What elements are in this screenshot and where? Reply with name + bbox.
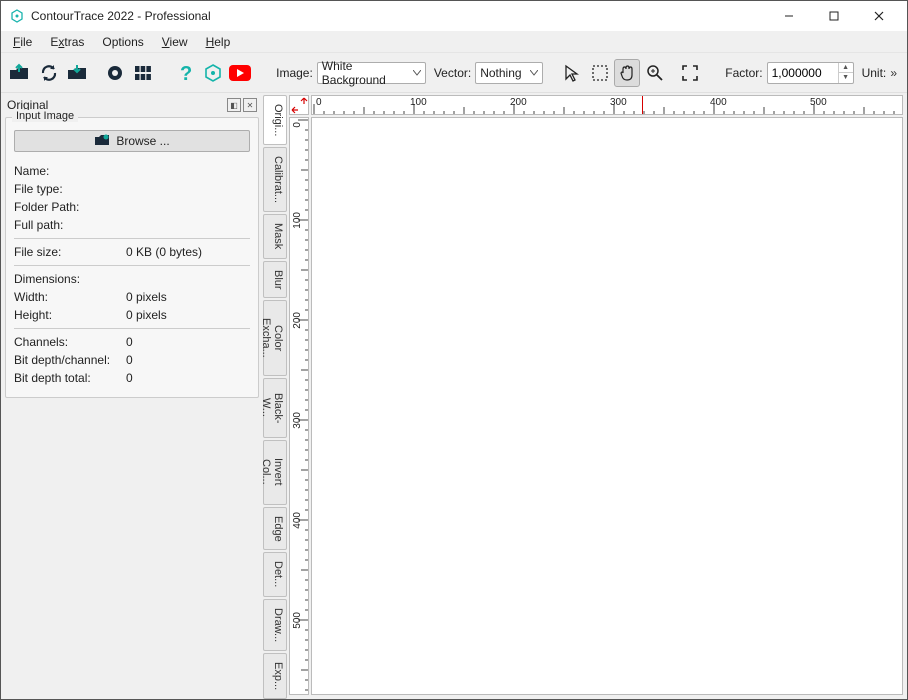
window-controls	[766, 2, 901, 30]
tab-calibrate[interactable]: Calibrat...	[263, 147, 287, 212]
ruler-origin	[289, 95, 309, 115]
fit-screen-button[interactable]	[677, 59, 703, 87]
save-folder-button[interactable]	[64, 59, 93, 87]
side-tabs: Origi... Calibrat... Mask Blur Color Exc…	[263, 93, 287, 699]
channels-val: 0	[126, 335, 133, 349]
image-select[interactable]: White Background	[317, 62, 426, 84]
app-window: ContourTrace 2022 - Professional File Ex…	[0, 0, 908, 700]
menu-extras[interactable]: Extras	[42, 33, 92, 51]
grid-button[interactable]	[130, 59, 156, 87]
panel-detach-icon[interactable]: ◧	[227, 98, 241, 112]
vector-label: Vector:	[428, 66, 473, 80]
folderpath-key: Folder Path:	[14, 200, 126, 214]
aperture-button[interactable]	[102, 59, 128, 87]
vtick-100: 100	[292, 212, 303, 229]
menu-help[interactable]: Help	[198, 33, 239, 51]
group-label: Input Image	[12, 110, 78, 122]
left-panel: Original ◧ ✕ Input Image Browse ... Name…	[1, 93, 263, 699]
window-title: ContourTrace 2022 - Professional	[31, 9, 766, 23]
tab-edge[interactable]: Edge	[263, 507, 287, 551]
vector-select[interactable]: Nothing	[475, 62, 542, 84]
width-key: Width:	[14, 290, 126, 304]
tab-draw[interactable]: Draw...	[263, 599, 287, 651]
tab-detect[interactable]: Det...	[263, 552, 287, 596]
chevron-down-icon	[413, 70, 421, 76]
tab-color-exchange[interactable]: Color Excha...	[263, 300, 287, 376]
svg-text:?: ?	[180, 63, 192, 84]
bpt-val: 0	[126, 371, 133, 385]
bpc-key: Bit depth/channel:	[14, 353, 126, 367]
ruler-vertical: 0 100 200 300 400 500 600	[289, 117, 309, 695]
panel-close-icon[interactable]: ✕	[243, 98, 257, 112]
menu-file[interactable]: File	[5, 33, 40, 51]
viewport: 0 100 200 300 400 500 600 0 100 200 300 …	[287, 93, 907, 699]
tab-mask[interactable]: Mask	[263, 214, 287, 258]
image-label: Image:	[270, 66, 315, 80]
vector-select-value: Nothing	[480, 66, 521, 80]
filesize-val: 0 KB (0 bytes)	[126, 245, 202, 259]
factor-down[interactable]: ▼	[839, 73, 853, 83]
factor-label: Factor:	[719, 66, 764, 80]
bpc-val: 0	[126, 353, 133, 367]
help-button[interactable]: ?	[172, 59, 198, 87]
htick-0: 0	[316, 97, 322, 108]
htick-400: 400	[710, 97, 727, 108]
zoom-tool[interactable]	[642, 59, 668, 87]
height-val: 0 pixels	[126, 308, 167, 322]
youtube-button[interactable]	[227, 59, 253, 87]
hand-tool[interactable]	[614, 59, 640, 87]
channels-key: Channels:	[14, 335, 126, 349]
browse-label: Browse ...	[116, 134, 169, 148]
menu-options[interactable]: Options	[94, 33, 151, 51]
factor-spin[interactable]: ▲ ▼	[767, 62, 854, 84]
bpt-key: Bit depth total:	[14, 371, 126, 385]
app-icon	[9, 8, 25, 24]
canvas[interactable]	[311, 117, 903, 695]
name-key: Name:	[14, 164, 126, 178]
ruler-horizontal: 0 100 200 300 400 500 600	[311, 95, 903, 115]
htick-300: 300	[610, 97, 627, 108]
height-key: Height:	[14, 308, 126, 322]
chevron-down-icon	[530, 70, 538, 76]
hex-logo-button[interactable]	[200, 59, 226, 87]
htick-200: 200	[510, 97, 527, 108]
menu-view[interactable]: View	[154, 33, 196, 51]
minimize-button[interactable]	[766, 2, 811, 30]
dimensions-key: Dimensions:	[14, 272, 126, 286]
titlebar: ContourTrace 2022 - Professional	[1, 1, 907, 31]
menubar: File Extras Options View Help	[1, 31, 907, 53]
browse-button[interactable]: Browse ...	[14, 130, 250, 152]
vtick-0: 0	[292, 122, 303, 128]
ruler-cursor-h	[642, 96, 643, 115]
marquee-tool[interactable]	[587, 59, 613, 87]
filesize-key: File size:	[14, 245, 126, 259]
folder-icon	[94, 133, 110, 149]
width-val: 0 pixels	[126, 290, 167, 304]
filetype-key: File type:	[14, 182, 126, 196]
toolbar: ? Image: White Background Vector: Nothin…	[1, 53, 907, 93]
close-button[interactable]	[856, 2, 901, 30]
vtick-400: 400	[292, 512, 303, 529]
open-folder-button[interactable]	[5, 59, 34, 87]
factor-up[interactable]: ▲	[839, 63, 853, 73]
tab-invert[interactable]: Invert Col...	[263, 440, 287, 505]
vtick-200: 200	[292, 312, 303, 329]
htick-100: 100	[410, 97, 427, 108]
tab-export[interactable]: Exp...	[263, 653, 287, 699]
vtick-300: 300	[292, 412, 303, 429]
refresh-button[interactable]	[36, 59, 62, 87]
vtick-500: 500	[292, 612, 303, 629]
factor-input[interactable]	[768, 66, 838, 80]
input-image-group: Input Image Browse ... Name: File type: …	[5, 117, 259, 398]
maximize-button[interactable]	[811, 2, 856, 30]
fullpath-key: Full path:	[14, 218, 126, 232]
unit-label: Unit:	[856, 66, 889, 80]
pointer-tool[interactable]	[559, 59, 585, 87]
tab-original[interactable]: Origi...	[263, 95, 287, 145]
tab-black-white[interactable]: Black-W...	[263, 378, 287, 437]
image-select-value: White Background	[322, 59, 409, 87]
toolbar-overflow[interactable]: »	[890, 66, 903, 80]
tab-blur[interactable]: Blur	[263, 261, 287, 299]
htick-500: 500	[810, 97, 827, 108]
